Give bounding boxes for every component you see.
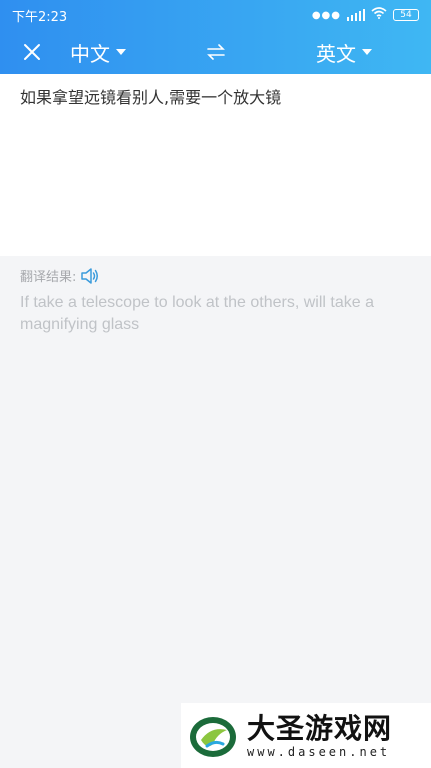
- source-language-dropdown[interactable]: 中文: [70, 30, 126, 74]
- site-logo-icon: [190, 716, 236, 757]
- app-header: 下午2:23 ●●● 54 中文 英文: [0, 0, 431, 74]
- source-text: 如果拿望远镜看别人,需要一个放大镜: [20, 88, 282, 107]
- translation-result-panel: 翻译结果: If take a telescope to look at the…: [0, 256, 431, 768]
- speaker-icon[interactable]: [80, 267, 100, 285]
- swap-languages-button[interactable]: [200, 36, 232, 68]
- status-bar: 下午2:23 ●●● 54: [0, 0, 431, 30]
- close-button[interactable]: [16, 36, 48, 68]
- signal-dots-icon: ●●●: [311, 9, 341, 21]
- battery-indicator: 54: [393, 9, 419, 21]
- wifi-icon: [371, 7, 387, 23]
- swap-arrows-icon: [207, 44, 225, 60]
- result-label: 翻译结果:: [20, 270, 77, 285]
- watermark-title: 大圣游戏网: [247, 711, 393, 745]
- watermark-text: 大圣游戏网 www.daseen.net: [247, 711, 393, 759]
- result-header: 翻译结果:: [20, 266, 100, 285]
- watermark-url: www.daseen.net: [247, 744, 391, 759]
- target-language-dropdown[interactable]: 英文: [316, 30, 372, 74]
- source-text-input[interactable]: 如果拿望远镜看别人,需要一个放大镜: [0, 74, 431, 256]
- chevron-down-icon: [362, 49, 372, 55]
- chevron-down-icon: [116, 49, 126, 55]
- signal-bars-icon: [347, 9, 365, 21]
- target-language-label: 英文: [316, 41, 356, 66]
- site-watermark: 大圣游戏网 www.daseen.net: [181, 703, 431, 768]
- close-icon: [24, 44, 40, 60]
- source-language-label: 中文: [70, 41, 110, 66]
- status-icons: ●●● 54: [312, 7, 419, 23]
- translate-toolbar: 中文 英文: [0, 30, 431, 74]
- translation-text: If take a telescope to look at the other…: [20, 294, 374, 333]
- status-time: 下午2:23: [12, 9, 68, 25]
